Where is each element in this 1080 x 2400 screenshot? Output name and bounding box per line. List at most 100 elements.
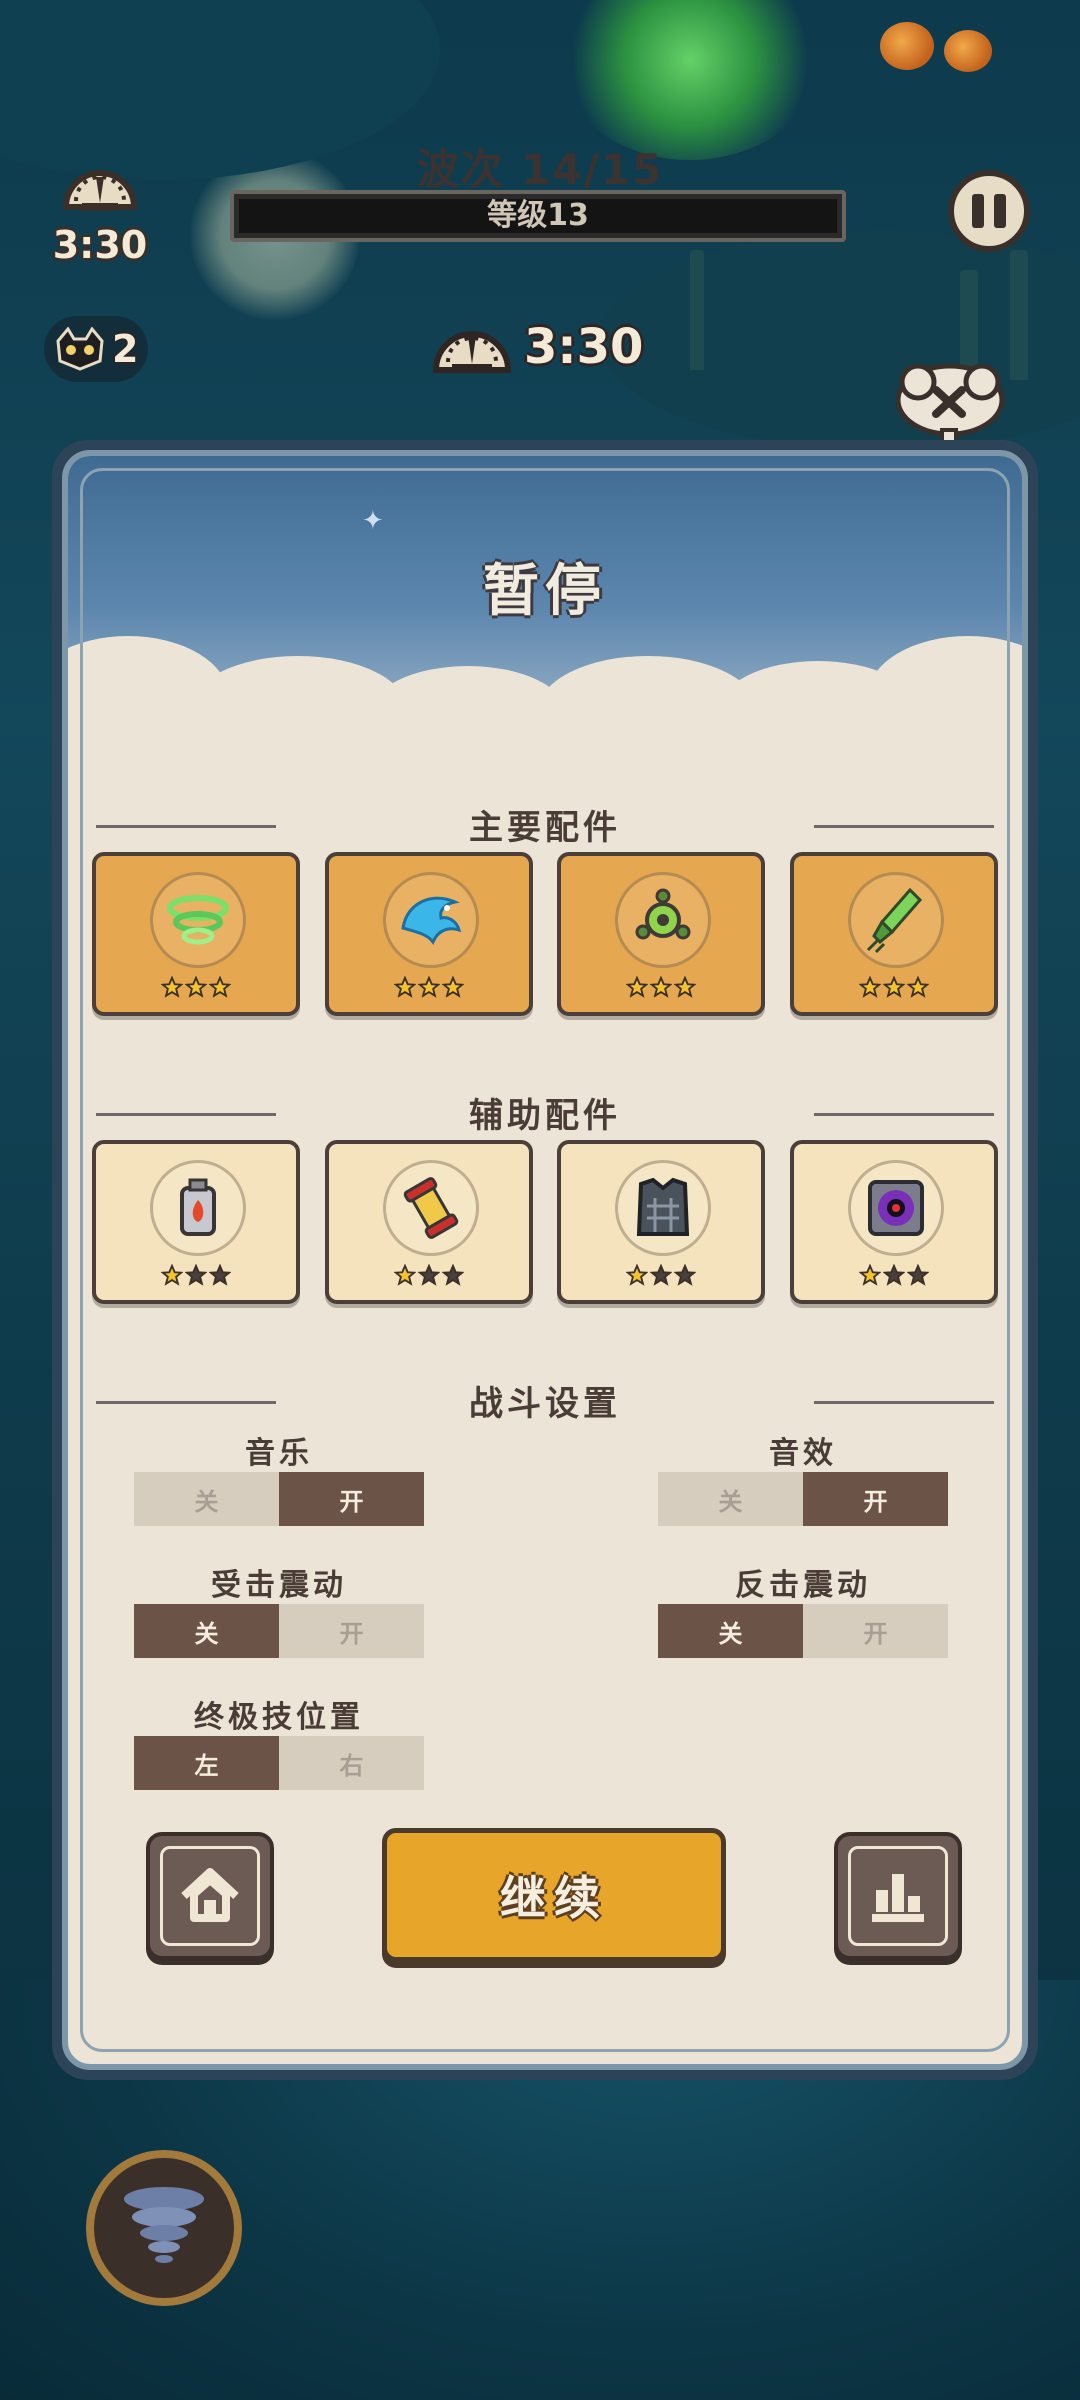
star-empty-icon bbox=[185, 1264, 207, 1286]
leaderboard-icon bbox=[872, 1874, 924, 1922]
divider bbox=[814, 1400, 994, 1404]
pause-panel: ✦ 暂停 主要配件 辅助配件 战斗设置 音乐 关 开 音效 关 开 受击震动 关… bbox=[52, 440, 1038, 2080]
pause-icon-bar bbox=[994, 194, 1006, 228]
aux-part-card[interactable] bbox=[557, 1140, 766, 1304]
counter-vibration-toggle[interactable]: 关 开 bbox=[658, 1604, 948, 1658]
green-orb-drone-icon bbox=[635, 888, 691, 940]
red-scroll-canister-icon bbox=[403, 1177, 458, 1239]
hit-vibration-on-option[interactable]: 开 bbox=[279, 1604, 424, 1658]
aux-parts-label: 辅助配件 bbox=[469, 1096, 621, 1136]
panel-title: 暂停 bbox=[483, 559, 607, 624]
pause-icon-bar bbox=[972, 194, 984, 228]
star-filled-icon bbox=[161, 976, 183, 998]
counter-vibration-off-option[interactable]: 关 bbox=[658, 1604, 803, 1658]
pause-button[interactable] bbox=[948, 170, 1030, 252]
star-rating bbox=[794, 1264, 994, 1286]
battle-settings-header: 战斗设置 bbox=[68, 1376, 1022, 1425]
fire-fuel-flask-icon bbox=[180, 1178, 216, 1236]
counter-vibration-on-option[interactable]: 开 bbox=[803, 1604, 948, 1658]
continue-label: 继续 bbox=[500, 1871, 608, 1925]
star-empty-icon bbox=[209, 1264, 231, 1286]
blue-dragon-icon bbox=[400, 896, 461, 946]
star-rating bbox=[561, 976, 761, 998]
pumpkin bbox=[944, 30, 992, 72]
music-title: 音乐 bbox=[245, 1436, 313, 1471]
main-parts-header: 主要配件 bbox=[68, 800, 1022, 849]
ultimate-position-toggle[interactable]: 左 右 bbox=[134, 1736, 424, 1790]
pause-panel-body: ✦ 暂停 主要配件 辅助配件 战斗设置 音乐 关 开 音效 关 开 受击震动 关… bbox=[62, 450, 1028, 2070]
main-parts-row bbox=[92, 852, 998, 1016]
aux-part-card[interactable] bbox=[324, 1140, 533, 1304]
ultimate-position-title: 终极技位置 bbox=[194, 1700, 364, 1735]
star-rating bbox=[329, 1264, 529, 1286]
ultimate-skill-button[interactable] bbox=[86, 2150, 242, 2306]
star-rating bbox=[96, 1264, 296, 1286]
star-rating bbox=[329, 976, 529, 998]
speedometer-icon bbox=[432, 331, 512, 373]
level-progress-bar: 等级13 bbox=[230, 190, 846, 242]
sfx-off-option[interactable]: 关 bbox=[658, 1472, 803, 1526]
star-empty-icon bbox=[882, 1264, 905, 1286]
lives-count: 2 bbox=[112, 327, 139, 371]
aux-part-card[interactable] bbox=[92, 1140, 300, 1304]
hit-vibration-off-option[interactable]: 关 bbox=[134, 1604, 279, 1658]
divider bbox=[96, 824, 276, 828]
divider bbox=[814, 1112, 994, 1116]
wave-label: 波次 14/15 bbox=[416, 145, 664, 194]
green-whirlwind-icon bbox=[167, 895, 229, 945]
main-part-card[interactable] bbox=[557, 852, 766, 1016]
main-part-card[interactable] bbox=[92, 852, 300, 1016]
main-parts-label: 主要配件 bbox=[469, 808, 621, 848]
star-filled-icon bbox=[882, 976, 905, 998]
star-empty-icon bbox=[441, 1264, 464, 1286]
armor-vest-icon bbox=[637, 1177, 690, 1236]
star-filled-icon bbox=[858, 1264, 881, 1286]
star-empty-icon bbox=[906, 1264, 929, 1286]
ultimate-position-left-option[interactable]: 左 bbox=[134, 1736, 279, 1790]
hit-vibration-toggle[interactable]: 关 开 bbox=[134, 1604, 424, 1658]
star-filled-icon bbox=[209, 976, 231, 998]
speed-time: 3:30 bbox=[52, 223, 148, 267]
star-filled-icon bbox=[626, 1264, 649, 1286]
ultimate-position-right-option[interactable]: 右 bbox=[279, 1736, 424, 1790]
music-toggle[interactable]: 关 开 bbox=[134, 1472, 424, 1526]
battle-settings-label: 战斗设置 bbox=[469, 1384, 621, 1424]
center-timer: 3:30 bbox=[430, 312, 643, 382]
main-part-card[interactable] bbox=[324, 852, 533, 1016]
star-filled-icon bbox=[417, 976, 440, 998]
hit-vibration-setting: 受击震动 关 开 bbox=[134, 1560, 424, 1658]
star-filled-icon bbox=[441, 976, 464, 998]
sparkle-icon: ✦ bbox=[362, 506, 384, 536]
music-on-option[interactable]: 开 bbox=[279, 1472, 424, 1526]
star-filled-icon bbox=[626, 976, 649, 998]
star-empty-icon bbox=[650, 1264, 673, 1286]
star-filled-icon bbox=[858, 976, 881, 998]
aux-parts-row bbox=[92, 1140, 998, 1304]
star-filled-icon bbox=[393, 976, 416, 998]
sfx-toggle[interactable]: 关 开 bbox=[658, 1472, 948, 1526]
divider bbox=[96, 1400, 276, 1404]
star-filled-icon bbox=[393, 1264, 416, 1286]
star-filled-icon bbox=[674, 976, 697, 998]
lives-counter: 2 bbox=[44, 316, 148, 382]
aux-parts-header: 辅助配件 bbox=[68, 1088, 1022, 1137]
sfx-setting: 音效 关 开 bbox=[658, 1428, 948, 1526]
pumpkin bbox=[880, 22, 934, 70]
star-empty-icon bbox=[674, 1264, 697, 1286]
continue-button[interactable]: 继续 bbox=[382, 1828, 726, 1962]
star-filled-icon bbox=[185, 976, 207, 998]
music-off-option[interactable]: 关 bbox=[134, 1472, 279, 1526]
home-icon bbox=[181, 1868, 239, 1922]
level-label: 等级13 bbox=[487, 198, 589, 233]
black-hole-device-icon bbox=[867, 1180, 924, 1236]
aux-part-card[interactable] bbox=[789, 1140, 998, 1304]
home-button[interactable] bbox=[146, 1832, 274, 1960]
star-rating bbox=[561, 1264, 761, 1286]
grave-cross bbox=[690, 250, 704, 370]
ultimate-position-setting: 终极技位置 左 右 bbox=[134, 1692, 424, 1790]
sfx-on-option[interactable]: 开 bbox=[803, 1472, 948, 1526]
stats-button[interactable] bbox=[834, 1832, 962, 1960]
main-part-card[interactable] bbox=[789, 852, 998, 1016]
counter-vibration-title: 反击震动 bbox=[735, 1568, 871, 1603]
counter-vibration-setting: 反击震动 关 开 bbox=[658, 1560, 948, 1658]
